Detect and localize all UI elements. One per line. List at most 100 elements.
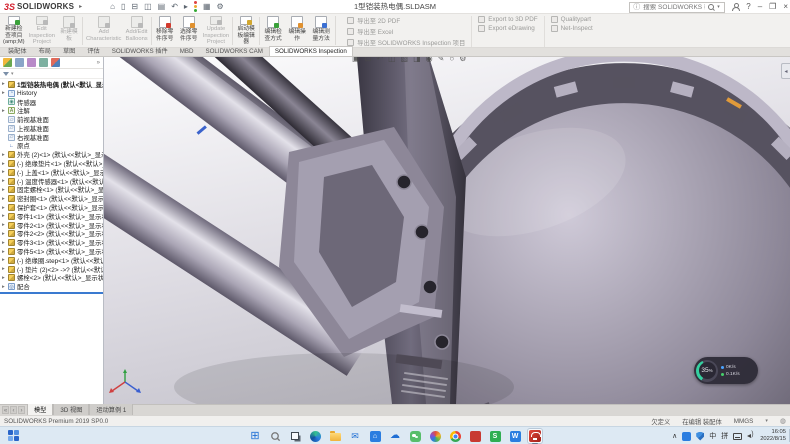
graphics-viewport[interactable]: ▣⊡↶◫▧◨◉✎○⚙ 35% 0K/s 0.1K/s ◂ [104, 57, 790, 404]
file-explorer-app[interactable] [328, 429, 342, 443]
tab-solidworks-cam[interactable]: SOLIDWORKS CAM [199, 46, 268, 56]
tree-item[interactable]: ▸零件3<1> (默认<<默认>_显示状 [0, 238, 103, 247]
tree-item[interactable]: ▸零件2<1> (默认<<默认>_显示状 [0, 221, 103, 230]
zoom-area-icon[interactable]: ⊡ [365, 57, 372, 63]
tree-item[interactable]: ▸(-) 绝缘圈.step<1> (默认<<默认> [0, 256, 103, 265]
onedrive-app[interactable]: ☁ [388, 429, 402, 443]
export-edrawing-menu-item[interactable]: Export eDrawing [478, 25, 537, 32]
export-3d-pdf-menu-item[interactable]: Export to 3D PDF [478, 16, 537, 23]
tab-solidworks-插件[interactable]: SOLIDWORKS 插件 [106, 44, 174, 56]
tree-item[interactable]: ▸(-) 绝缘垫片<1> (默认<<默认>_显 [0, 159, 103, 168]
edit-inspection-project-button[interactable]: Edit Inspection Project [27, 15, 57, 47]
tab-布局[interactable]: 布局 [33, 44, 57, 56]
task-view-button[interactable] [288, 429, 302, 443]
select-balloons-button[interactable]: 选择零 件序号 [177, 15, 201, 47]
tree-item[interactable]: ▸螺栓<2> (默认<<默认>_显示状态 [0, 274, 103, 283]
featuremanager-tab[interactable] [3, 58, 12, 67]
tree-item[interactable]: ▸零件1<1> (默认<<默认>_显示状态 [0, 212, 103, 221]
tree-item[interactable]: ▸外壳 (2)<1> (默认<<默认>_显示状 [0, 150, 103, 159]
edit-appearance-icon[interactable]: ✎ [438, 57, 445, 63]
search-magnifier-icon[interactable] [708, 4, 714, 10]
tree-item[interactable]: ▸零件5<1> (默认<<默认>_显示状 [0, 247, 103, 256]
net-inspect-menu-item[interactable]: Net-Inspect [551, 25, 593, 32]
home-icon[interactable]: ⌂ [110, 3, 115, 11]
export-2d-pdf-menu-item[interactable]: 导出至 2D PDF [347, 16, 465, 25]
tray-overflow-icon[interactable]: ∧ [672, 433, 677, 440]
doc-tab-3D-视图[interactable]: 3D 视图 [53, 403, 89, 415]
tab-solidworks-inspection[interactable]: SOLIDWORKS Inspection [269, 46, 353, 56]
doc-tab-运动算例-1[interactable]: 运动算例 1 [89, 403, 133, 415]
tree-item[interactable]: ▸A注解 [0, 106, 103, 115]
add-characteristic-button[interactable]: Add Characteristic [84, 15, 123, 47]
menu-flyout-icon[interactable]: ▸ [79, 3, 82, 10]
mail-app[interactable]: ✉ [348, 429, 362, 443]
new-document-icon[interactable]: ▯ [121, 3, 125, 11]
search-button[interactable] [268, 429, 282, 443]
tree-item[interactable]: ▸◔History [0, 89, 103, 98]
tree-item[interactable]: ▸(-) 上盖<1> (默认<<默认>_显示状 [0, 168, 103, 177]
edit-measurement-button[interactable]: 编辑测 量方法 [309, 15, 333, 47]
remove-balloons-button[interactable]: 移除零 件序号 [153, 15, 177, 47]
panel-tabs-overflow-icon[interactable]: » [97, 60, 100, 66]
rebuild-traffic-light-icon[interactable] [194, 1, 197, 12]
tree-filter-row[interactable]: ▾ [0, 69, 103, 79]
ime-app-icon[interactable] [682, 432, 691, 441]
save-icon[interactable]: ◫ [144, 3, 152, 11]
tab-nav-first-icon[interactable]: « [2, 406, 9, 414]
tree-item[interactable]: ▸(-) 温度传感器<1> (默认<<默认>_ [0, 177, 103, 186]
filter-dropdown-icon[interactable]: ▾ [11, 71, 14, 77]
edit-operation-button[interactable]: 编辑操 作 [285, 15, 309, 47]
solidworks-app[interactable] [528, 429, 542, 443]
apply-scene-icon[interactable]: ○ [449, 57, 454, 63]
doc-tab-模型[interactable]: 模型 [27, 403, 53, 415]
edge-app[interactable] [308, 429, 322, 443]
qualitypart-menu-item[interactable]: Qualitypart [551, 16, 593, 23]
section-view-icon[interactable]: ◫ [388, 57, 396, 63]
tree-pane-splitter[interactable] [0, 292, 103, 294]
tab-装配体[interactable]: 装配体 [2, 44, 33, 56]
minimize-button[interactable]: – [758, 3, 762, 11]
solidworks-logo[interactable]: 3S SOLIDWORKS ▸ [0, 2, 86, 12]
help-search-box[interactable]: ⓘ ▾ [629, 2, 725, 13]
start-button[interactable]: ⊞ [248, 429, 262, 443]
launch-template-editor-button[interactable]: 启动模 板编辑 器 [234, 15, 258, 47]
wechat-app[interactable] [408, 429, 422, 443]
tree-item[interactable]: ▸零件2<2> (默认<<默认>_显示状 [0, 230, 103, 239]
units-dropdown-icon[interactable]: ▾ [765, 418, 768, 424]
help-button[interactable]: ? [746, 3, 750, 11]
wps-app[interactable]: W [508, 429, 522, 443]
language-indicator[interactable]: 中 [709, 433, 716, 440]
tree-item[interactable]: ∟原点 [0, 142, 103, 151]
view-orientation-icon[interactable]: ▧ [401, 57, 409, 63]
login-user-icon[interactable] [732, 3, 739, 11]
select-arrow-icon[interactable]: ▸ [184, 3, 188, 11]
tab-mbd[interactable]: MBD [174, 46, 200, 56]
edit-inspection-method-button[interactable]: 编辑检 查方式 [261, 15, 285, 47]
new-template-button[interactable]: 新建模 板 [57, 15, 81, 47]
new-inspection-project-button[interactable]: 新建检 查项目 (amp;M) [1, 15, 27, 47]
update-inspection-project-button[interactable]: Update Inspection Project [201, 15, 231, 47]
volume-icon[interactable] [747, 432, 755, 440]
tab-评估[interactable]: 评估 [81, 44, 105, 56]
displaymanager-tab[interactable] [51, 58, 60, 67]
zoom-fit-icon[interactable]: ▣ [352, 57, 360, 63]
dimxpertmanager-tab[interactable] [39, 58, 48, 67]
tree-item[interactable]: ▸保护套<1> (默认<<默认>_显示状 [0, 203, 103, 212]
tree-item[interactable]: ▸固定螺栓<1> (默认<<默认>_显示 [0, 186, 103, 195]
touch-keyboard-icon[interactable] [733, 433, 742, 440]
export-excel-menu-item[interactable]: 导出至 Excel [347, 27, 465, 36]
tree-item[interactable]: ▸密封圈<1> (默认<<默认>_显示状 [0, 194, 103, 203]
tree-item[interactable]: ▱右视基准面 [0, 133, 103, 142]
file-properties-icon[interactable]: ▦ [203, 3, 211, 11]
view-settings-icon[interactable]: ⚙ [459, 57, 466, 63]
previous-view-icon[interactable]: ↶ [376, 57, 383, 63]
tab-nav-prev-icon[interactable]: ‹ [10, 406, 17, 414]
search-dropdown-icon[interactable]: ▾ [717, 4, 720, 10]
meeting-app[interactable]: S [488, 429, 502, 443]
open-icon[interactable]: ⊟ [131, 3, 138, 11]
add-edit-balloons-button[interactable]: Add/Edit Balloons [123, 15, 149, 47]
export-sw-inspection-project-menu-item[interactable]: 导出至 SOLIDWORKS Inspection 项目 [347, 38, 465, 47]
tree-root-item[interactable]: ▸1型铠装热电偶 (默认<默认_显示状态-1 [0, 80, 103, 89]
configurationmanager-tab[interactable] [27, 58, 36, 67]
tree-item[interactable]: ▸(-) 垫片 (2)<2> ->? (默认<<默认 [0, 265, 103, 274]
